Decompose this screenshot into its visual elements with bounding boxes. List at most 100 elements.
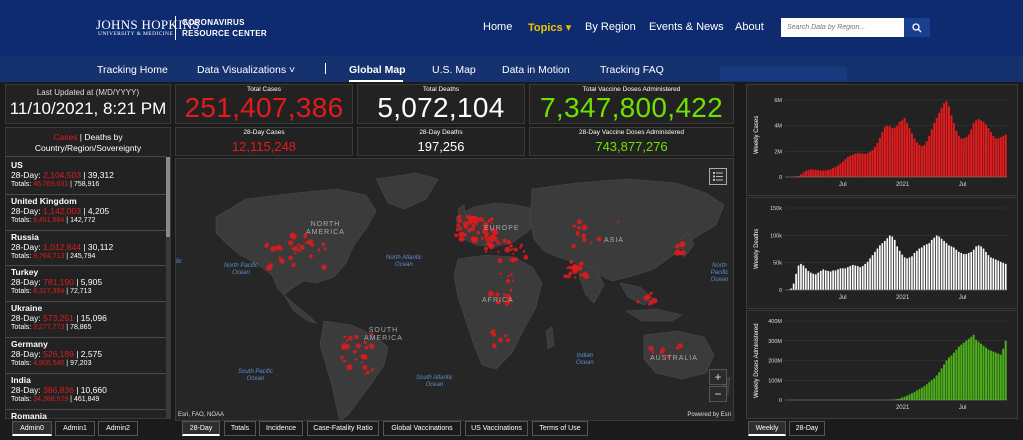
case-dot[interactable]: [288, 240, 294, 246]
case-dot[interactable]: [649, 291, 653, 295]
chart-bar[interactable]: [984, 251, 988, 291]
weekly-deaths-chart[interactable]: 0 50k 100k 150k Jul 2021 Jul: [747, 198, 1019, 310]
chart-bar[interactable]: [814, 274, 817, 291]
chart-bar[interactable]: [918, 248, 921, 291]
chart-bar[interactable]: [965, 253, 968, 291]
case-dot[interactable]: [651, 297, 658, 304]
chart-bar[interactable]: [911, 133, 913, 177]
chart-bar[interactable]: [999, 137, 1002, 177]
chart-bar[interactable]: [950, 115, 953, 177]
chart-bar[interactable]: [962, 138, 965, 177]
chart-bar[interactable]: [952, 123, 955, 177]
case-dot[interactable]: [576, 232, 579, 235]
chart-bar[interactable]: [837, 165, 839, 177]
chart-bar[interactable]: [804, 267, 808, 291]
chart-bar[interactable]: [910, 255, 914, 291]
case-dot[interactable]: [497, 257, 503, 264]
chart-bar[interactable]: [943, 103, 946, 177]
case-dot[interactable]: [366, 370, 370, 374]
case-dot[interactable]: [648, 302, 651, 306]
tab-admin0[interactable]: Admin0: [12, 421, 52, 436]
case-dot[interactable]: [354, 334, 359, 340]
chart-bar[interactable]: [985, 124, 987, 177]
case-dot[interactable]: [342, 343, 347, 347]
chart-bar[interactable]: [992, 258, 995, 291]
case-dot[interactable]: [503, 293, 506, 296]
case-dot[interactable]: [270, 246, 277, 252]
legend-list-button[interactable]: [709, 168, 727, 185]
chart-bar[interactable]: [952, 247, 956, 291]
case-dot[interactable]: [484, 246, 488, 251]
chart-bar[interactable]: [918, 144, 921, 177]
case-dot[interactable]: [291, 234, 297, 240]
chart-bar[interactable]: [794, 273, 798, 291]
chart-bar[interactable]: [925, 384, 928, 400]
case-dot[interactable]: [276, 244, 282, 250]
chart-bar[interactable]: [891, 128, 894, 177]
chart-bar[interactable]: [960, 252, 963, 291]
chart-bar[interactable]: [812, 273, 815, 291]
case-dot[interactable]: [575, 265, 581, 271]
chart-bar[interactable]: [980, 120, 983, 177]
chart-bar[interactable]: [915, 390, 918, 400]
case-dot[interactable]: [297, 243, 301, 246]
case-dot[interactable]: [368, 343, 375, 349]
case-dot[interactable]: [651, 351, 655, 354]
tab-admin2[interactable]: Admin2: [98, 421, 138, 436]
chart-bar[interactable]: [896, 125, 899, 177]
chart-bar[interactable]: [937, 236, 941, 291]
chart-bar[interactable]: [975, 339, 978, 400]
chart-bar[interactable]: [928, 382, 931, 400]
chart-bar[interactable]: [994, 259, 997, 291]
case-dot[interactable]: [636, 300, 640, 304]
case-dot[interactable]: [512, 279, 515, 282]
chart-bar[interactable]: [989, 132, 992, 177]
chart-bar[interactable]: [883, 126, 886, 177]
chart-bar[interactable]: [871, 150, 874, 177]
chart-bar[interactable]: [955, 349, 958, 400]
case-dot[interactable]: [504, 246, 511, 253]
chart-bar[interactable]: [861, 153, 864, 177]
case-dot[interactable]: [497, 250, 500, 253]
case-dot[interactable]: [506, 240, 511, 245]
case-dot[interactable]: [490, 222, 493, 225]
chart-bar[interactable]: [913, 138, 916, 177]
case-dot[interactable]: [477, 217, 482, 223]
case-dot[interactable]: [520, 243, 523, 247]
case-dot[interactable]: [505, 279, 511, 284]
chart-bar[interactable]: [977, 245, 980, 291]
chart-bar[interactable]: [896, 246, 899, 291]
tab-case-fatality-ratio[interactable]: Case-Fatality Ratio: [307, 421, 379, 436]
chart-bar[interactable]: [893, 127, 896, 177]
case-dot[interactable]: [488, 244, 491, 247]
chart-bar[interactable]: [854, 265, 857, 291]
subnav-data-in-motion[interactable]: Data in Motion: [502, 64, 570, 76]
case-dot[interactable]: [269, 265, 273, 269]
chart-bar[interactable]: [826, 270, 830, 291]
chart-bar[interactable]: [859, 153, 862, 177]
case-dot[interactable]: [487, 290, 494, 297]
chart-bar[interactable]: [804, 170, 807, 177]
chart-bar[interactable]: [874, 146, 876, 177]
case-dot[interactable]: [490, 238, 494, 243]
chart-bar[interactable]: [938, 112, 941, 177]
case-dot[interactable]: [617, 220, 620, 223]
case-dot[interactable]: [509, 288, 513, 292]
case-dot[interactable]: [362, 364, 368, 370]
chart-bar[interactable]: [970, 251, 973, 291]
chart-bar[interactable]: [938, 372, 941, 400]
chart-bar[interactable]: [935, 117, 938, 177]
case-dot[interactable]: [364, 345, 369, 350]
chart-bar[interactable]: [809, 169, 812, 177]
chart-bar[interactable]: [979, 246, 983, 291]
case-dot[interactable]: [484, 250, 488, 254]
case-dot[interactable]: [279, 258, 285, 264]
chart-bar[interactable]: [881, 242, 884, 291]
case-dot[interactable]: [321, 264, 327, 270]
tab-global-vaccinations[interactable]: Global Vaccinations: [383, 421, 461, 436]
subnav-global-map[interactable]: Global Map: [349, 64, 406, 76]
case-dot[interactable]: [370, 368, 374, 372]
case-dot[interactable]: [499, 272, 502, 275]
chart-bar[interactable]: [950, 246, 953, 291]
chart-bar[interactable]: [987, 349, 990, 400]
